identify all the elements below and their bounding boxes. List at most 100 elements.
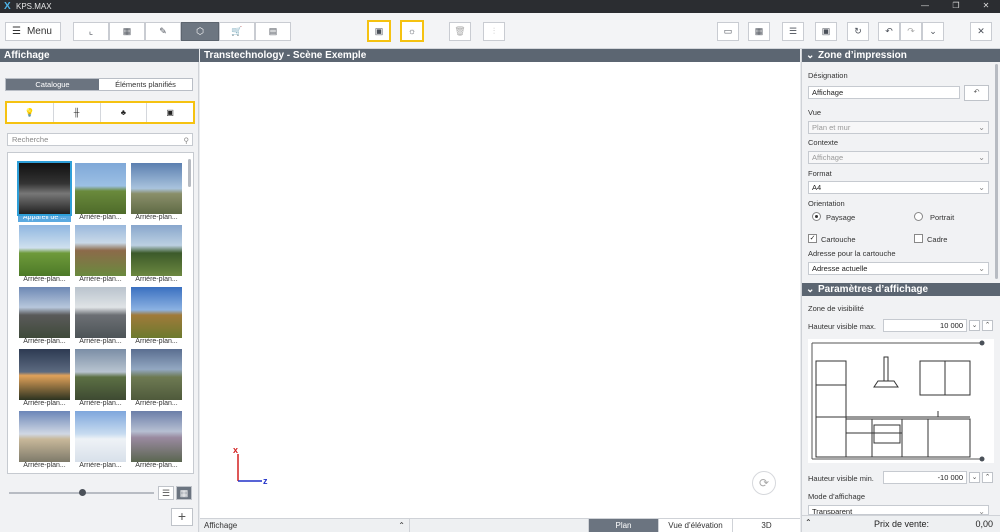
category-backgrounds[interactable]: ▣ bbox=[147, 103, 193, 122]
restore-icon[interactable]: ❐ bbox=[947, 1, 965, 12]
edit-button[interactable]: ✎ bbox=[145, 22, 181, 41]
catalog-thumbnail[interactable]: Arrière-plan... bbox=[74, 411, 127, 470]
room-plan-button[interactable]: ⌞ bbox=[73, 22, 109, 41]
catalog-thumbnail[interactable]: Arrière-plan... bbox=[74, 287, 127, 346]
format-label: Format bbox=[808, 169, 832, 178]
display-params-header[interactable]: ⌄ Paramètres d’affichage bbox=[802, 283, 1000, 296]
grid-scrollbar[interactable] bbox=[188, 159, 191, 187]
catalog-thumbnail[interactable]: Arrière-plan... bbox=[130, 411, 183, 470]
chevron-up-icon: ⌃ bbox=[984, 474, 991, 481]
reset-designation-button[interactable]: ↶ bbox=[964, 85, 989, 101]
radio-paysage[interactable] bbox=[812, 212, 821, 221]
catalog-thumbnail[interactable]: Arrière-plan... bbox=[130, 287, 183, 346]
cart-button[interactable]: 🛒 bbox=[219, 22, 255, 41]
catalog-thumbnail[interactable]: Arrière-plan... bbox=[18, 411, 71, 470]
format-select[interactable]: A4 ⌄ bbox=[808, 181, 989, 194]
list-view-button[interactable]: ☰ bbox=[158, 486, 174, 500]
mode-selector[interactable]: Affichage ⌃ bbox=[200, 519, 410, 532]
display-mode-select[interactable]: Transparent ⌄ bbox=[808, 505, 989, 515]
properties-button[interactable]: ⫶ bbox=[483, 22, 505, 41]
grid-icon: ▦ bbox=[179, 488, 189, 498]
min-height-up[interactable]: ⌃ bbox=[982, 472, 993, 483]
display-mode-value: Transparent bbox=[812, 507, 853, 515]
redo-dropdown-button[interactable]: ⌄ bbox=[922, 22, 944, 41]
catalog-thumbnail[interactable]: Arrière-plan... bbox=[130, 163, 183, 222]
category-lights[interactable]: 💡 bbox=[7, 103, 54, 122]
designation-label: Désignation bbox=[808, 71, 848, 80]
chevron-up-icon[interactable]: ⌃ bbox=[805, 518, 812, 527]
thumbnail-caption: Arrière-plan... bbox=[135, 338, 178, 345]
checklist-button[interactable]: ☰ bbox=[782, 22, 804, 41]
minimize-icon[interactable]: — bbox=[916, 1, 934, 12]
navigation-cube-icon[interactable]: ⟳ bbox=[752, 471, 776, 495]
view-3d-button[interactable]: ⬡ bbox=[181, 22, 219, 41]
light-button[interactable]: ☼ bbox=[400, 20, 424, 42]
catalog-thumbnail[interactable]: Arrière-plan... bbox=[18, 287, 71, 346]
catalog-thumbnail[interactable]: Arrière-plan... bbox=[74, 349, 127, 408]
undo-icon: ↶ bbox=[885, 26, 893, 36]
save-button[interactable]: ▣ bbox=[815, 22, 837, 41]
thumbnail-caption: Arrière-plan... bbox=[79, 462, 122, 469]
chevron-down-icon: ⌄ bbox=[978, 507, 985, 515]
address-label: Adresse pour la cartouche bbox=[808, 249, 896, 258]
address-select[interactable]: Adresse actuelle ⌄ bbox=[808, 262, 989, 275]
main-toolbar: ☰ Menu ⌞ ▦ ✎ ⬡ 🛒 ▤ ▣ ☼ 🗑 ⫶ ▭ ▦ ☰ ▣ ↻ ↶ ↷… bbox=[0, 13, 1000, 49]
print-zone-button[interactable]: ▣ bbox=[367, 20, 391, 42]
slider-knob[interactable] bbox=[79, 489, 86, 496]
radio-portrait[interactable] bbox=[914, 212, 923, 221]
min-height-down[interactable]: ⌄ bbox=[969, 472, 980, 483]
catalog-button[interactable]: ▦ bbox=[748, 22, 770, 41]
min-height-field[interactable]: -10 000 bbox=[883, 471, 967, 484]
document-button[interactable]: ▤ bbox=[255, 22, 291, 41]
thumbnail-caption: Arrière-plan... bbox=[79, 276, 122, 283]
thumbnail-caption: Arrière-plan... bbox=[135, 276, 178, 283]
history-button[interactable]: ↻ bbox=[847, 22, 869, 41]
min-height-label: Hauteur visible min. bbox=[808, 474, 874, 483]
catalog-thumbnail[interactable]: Arrière-plan... bbox=[130, 349, 183, 408]
tab-elevation[interactable]: Vue d’élévation bbox=[658, 519, 732, 532]
tab-plan[interactable]: Plan bbox=[588, 519, 658, 532]
contexte-value: Affichage bbox=[812, 153, 844, 162]
catalog-thumbnail[interactable]: Arrière-plan... bbox=[74, 225, 127, 284]
catalog-thumbnail[interactable]: Arrière-plan... bbox=[18, 225, 71, 284]
vue-select[interactable]: Plan et mur ⌄ bbox=[808, 121, 989, 134]
cadre-checkbox[interactable] bbox=[914, 234, 923, 243]
close-window-icon[interactable]: ✕ bbox=[977, 1, 995, 12]
catalog-thumbnail[interactable]: Arrière-plan... bbox=[18, 349, 71, 408]
contexte-select[interactable]: Affichage ⌄ bbox=[808, 151, 989, 164]
grid-view-button[interactable]: ▦ bbox=[176, 486, 192, 500]
close-project-button[interactable]: ✕ bbox=[970, 22, 992, 41]
chevron-up-icon: ⌃ bbox=[398, 521, 405, 530]
redo-button[interactable]: ↷ bbox=[900, 22, 922, 41]
thumbnail-size-slider[interactable] bbox=[9, 489, 154, 496]
presentation-button[interactable]: ▭ bbox=[717, 22, 739, 41]
category-fences[interactable]: ╫ bbox=[54, 103, 101, 122]
cartouche-checkbox[interactable]: ✓ bbox=[808, 234, 817, 243]
menu-button[interactable]: ☰ Menu bbox=[5, 22, 61, 41]
right-panel-scrollbar[interactable] bbox=[995, 64, 998, 279]
delete-button[interactable]: 🗑 bbox=[449, 22, 471, 41]
max-height-down[interactable]: ⌄ bbox=[969, 320, 980, 331]
tab-catalogue[interactable]: Catalogue bbox=[6, 79, 99, 90]
catalog-thumbnail[interactable]: Arrière-plan... bbox=[74, 163, 127, 222]
plan-canvas[interactable] bbox=[200, 62, 800, 518]
catalog-thumbnail[interactable]: Appareil de ... bbox=[17, 161, 72, 222]
designation-field[interactable]: Affichage bbox=[808, 86, 960, 99]
layout-button[interactable]: ▦ bbox=[109, 22, 145, 41]
undo-button[interactable]: ↶ bbox=[878, 22, 900, 41]
left-panel-header: Affichage bbox=[0, 49, 199, 62]
search-input[interactable]: Recherche ⚲ bbox=[7, 133, 193, 146]
thumbnail-image bbox=[131, 411, 182, 462]
catalog-thumbnail[interactable]: Arrière-plan... bbox=[130, 225, 183, 284]
category-plants[interactable]: ♣ bbox=[101, 103, 148, 122]
tab-planned-elements[interactable]: Éléments planifiés bbox=[99, 79, 192, 90]
add-button[interactable]: + bbox=[171, 508, 193, 526]
elevation-preview[interactable] bbox=[808, 339, 994, 463]
thumbnail-caption: Arrière-plan... bbox=[23, 462, 66, 469]
thumbnail-image bbox=[19, 287, 70, 338]
max-height-up[interactable]: ⌃ bbox=[982, 320, 993, 331]
max-height-field[interactable]: 10 000 bbox=[883, 319, 967, 332]
chevron-down-icon: ⌄ bbox=[929, 26, 937, 36]
tab-3d[interactable]: 3D bbox=[732, 519, 800, 532]
print-zone-header[interactable]: ⌄ Zone d’impression bbox=[802, 49, 1000, 62]
